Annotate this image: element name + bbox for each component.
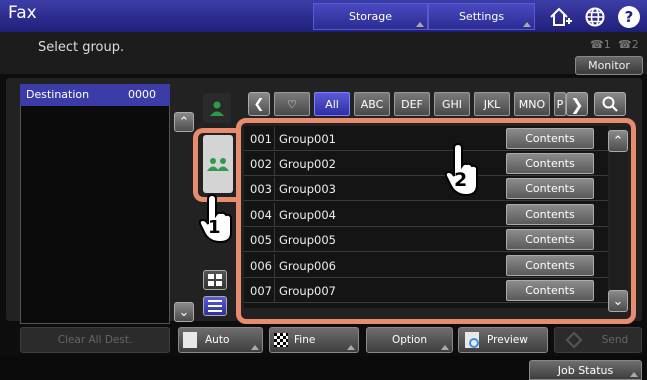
filter-abc[interactable]: ABC: [354, 92, 390, 116]
callout-1: 1: [208, 217, 221, 238]
filter-jkl[interactable]: JKL: [474, 92, 510, 116]
destination-list[interactable]: [20, 84, 170, 324]
list-icon: [208, 300, 222, 312]
dest-scroll-up-button[interactable]: ⌃: [174, 112, 194, 132]
preview-button[interactable]: Preview: [458, 327, 548, 353]
dest-scroll-down-button[interactable]: ⌄: [174, 302, 194, 322]
clear-all-destinations-button[interactable]: Clear All Dest.: [20, 327, 170, 353]
destination-header: Destination 0000: [20, 84, 170, 106]
line2-status-icon: ☎2: [618, 38, 639, 51]
settings-button[interactable]: Settings: [428, 3, 535, 30]
favorites-filter[interactable]: ♡: [274, 92, 310, 116]
destination-count: 0000: [128, 88, 156, 101]
destination-label: Destination: [26, 88, 90, 101]
home-plus-icon[interactable]: [548, 6, 572, 28]
option-button[interactable]: Option: [366, 327, 453, 353]
option-label: Option: [391, 334, 428, 346]
fine-label: Fine: [294, 334, 316, 346]
quality-fine-button[interactable]: Fine: [269, 327, 359, 353]
job-status-label: Job Status: [557, 363, 614, 377]
line1-status-icon: ☎1: [590, 38, 611, 51]
app-title: Fax: [8, 3, 37, 23]
preview-icon: [465, 332, 479, 348]
document-icon: [183, 332, 197, 348]
settings-label: Settings: [458, 10, 505, 23]
hand-pointer-icon: 2: [440, 142, 490, 198]
filter-mno[interactable]: MNO: [514, 92, 550, 116]
checker-icon: [274, 333, 288, 347]
filter-ghi[interactable]: GHI: [434, 92, 470, 116]
grid-view-button[interactable]: [203, 270, 227, 290]
list-view-button[interactable]: [203, 296, 227, 316]
single-contact-tab[interactable]: [203, 93, 231, 123]
filter-prev-button[interactable]: ❮: [248, 92, 270, 116]
help-icon[interactable]: ?: [618, 6, 640, 28]
preview-label: Preview: [487, 334, 528, 346]
group-list-highlight: [236, 118, 636, 324]
job-status-button[interactable]: Job Status: [529, 360, 642, 380]
person-icon: [210, 101, 224, 116]
callout-2: 2: [454, 169, 468, 191]
storage-button[interactable]: Storage: [313, 3, 428, 30]
globe-icon[interactable]: [584, 6, 606, 28]
group-tab-highlight: [193, 128, 241, 202]
send-diamond-icon: [565, 331, 583, 349]
hand-pointer-icon: 1: [196, 193, 240, 245]
search-button[interactable]: [594, 92, 626, 116]
filter-pqrs[interactable]: P: [554, 92, 566, 116]
filter-def[interactable]: DEF: [394, 92, 430, 116]
instruction-message: Select group.: [38, 40, 125, 55]
search-icon: [602, 96, 618, 112]
line2-label: 2: [631, 38, 639, 51]
storage-label: Storage: [348, 10, 393, 23]
line1-label: 1: [603, 38, 611, 51]
auto-label: Auto: [205, 334, 230, 346]
grid-icon: [208, 274, 222, 286]
filter-next-button[interactable]: ❯: [566, 92, 588, 116]
resolution-auto-button[interactable]: Auto: [178, 327, 263, 353]
send-button[interactable]: Send: [554, 327, 642, 353]
send-label: Send: [601, 334, 629, 346]
filter-all[interactable]: All: [314, 92, 350, 116]
monitor-button[interactable]: Monitor: [575, 56, 643, 75]
